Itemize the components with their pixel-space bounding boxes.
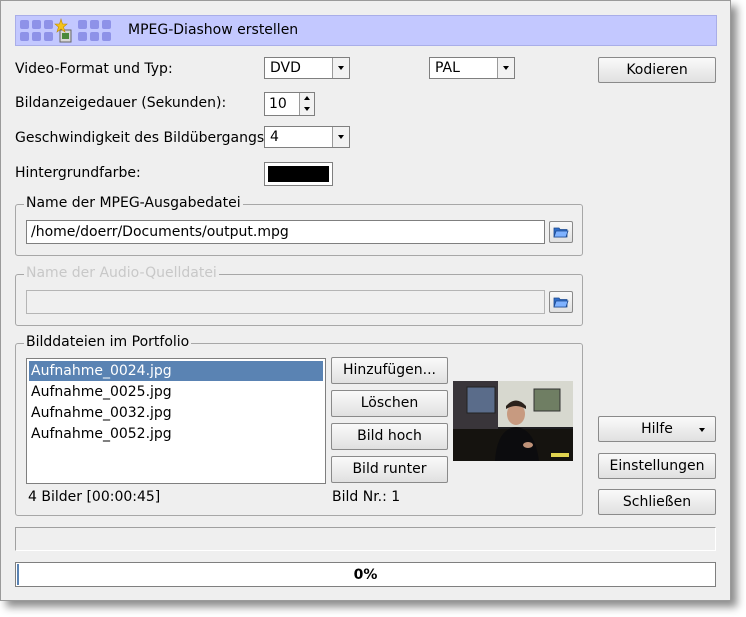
list-item[interactable]: Aufnahme_0032.jpg	[29, 403, 323, 423]
video-format-label: Video-Format und Typ:	[15, 61, 173, 77]
output-file-group: Name der MPEG-Ausgabedatei /home/doerr/D…	[15, 195, 583, 256]
help-button-label: Hilfe	[641, 421, 673, 437]
dialog-window: MPEG-Diashow erstellen Video-Format und …	[0, 0, 731, 601]
add-images-button[interactable]: Hinzufügen...	[331, 357, 448, 384]
video-norm-select[interactable]: PAL	[429, 57, 515, 79]
audio-browse-button	[549, 291, 573, 313]
list-item[interactable]: Aufnahme_0052.jpg	[29, 424, 323, 444]
video-format-select[interactable]: DVD	[264, 57, 350, 79]
list-item[interactable]: Aufnahme_0024.jpg	[29, 361, 323, 381]
chevron-down-icon	[699, 428, 705, 432]
folder-open-icon	[553, 297, 569, 308]
duration-value: 10	[269, 96, 287, 112]
title-bar: MPEG-Diashow erstellen	[15, 15, 717, 46]
portfolio-group: Bilddateien im Portfolio Aufnahme_0024.j…	[15, 334, 583, 516]
encode-button[interactable]: Kodieren	[598, 57, 716, 83]
folder-open-icon	[553, 227, 569, 238]
image-number: Bild Nr.: 1	[332, 489, 401, 505]
window-title: MPEG-Diashow erstellen	[128, 22, 299, 38]
output-browse-button[interactable]	[549, 221, 573, 243]
help-button[interactable]: Hilfe	[598, 416, 716, 442]
image-file-list[interactable]: Aufnahme_0024.jpg Aufnahme_0025.jpg Aufn…	[26, 358, 326, 484]
audio-file-group: Name der Audio-Quelldatei	[15, 265, 583, 326]
speed-select[interactable]: 4	[264, 126, 350, 148]
audio-file-legend: Name der Audio-Quelldatei	[24, 265, 219, 281]
video-format-value: DVD	[270, 60, 301, 76]
status-bar	[15, 527, 716, 551]
output-path-value: /home/doerr/Documents/output.mpg	[31, 224, 289, 240]
image-summary: 4 Bilder [00:00:45]	[28, 489, 161, 505]
delete-image-button[interactable]: Löschen	[331, 390, 448, 417]
color-swatch	[268, 166, 329, 182]
video-norm-value: PAL	[435, 60, 460, 76]
progress-text: 0%	[353, 567, 378, 583]
list-item[interactable]: Aufnahme_0025.jpg	[29, 382, 323, 402]
audio-path-input	[26, 290, 545, 314]
chevron-down-icon	[332, 58, 349, 78]
image-preview	[453, 381, 573, 461]
settings-button[interactable]: Einstellungen	[598, 453, 716, 479]
slideshow-star-icon	[54, 18, 72, 43]
spin-down-icon[interactable]	[299, 104, 314, 115]
close-button[interactable]: Schließen	[598, 489, 716, 515]
background-color-button[interactable]	[264, 162, 333, 186]
duration-label: Bildanzeigedauer (Sekunden):	[15, 95, 227, 111]
background-label: Hintergrundfarbe:	[15, 165, 141, 181]
output-file-legend: Name der MPEG-Ausgabedatei	[24, 195, 243, 211]
chevron-down-icon	[332, 127, 349, 147]
chevron-down-icon	[497, 58, 514, 78]
duration-spinbox[interactable]: 10	[264, 92, 315, 116]
output-path-input[interactable]: /home/doerr/Documents/output.mpg	[26, 220, 545, 244]
portfolio-legend: Bilddateien im Portfolio	[24, 334, 192, 350]
speed-label: Geschwindigkeit des Bildübergangs:	[15, 130, 269, 146]
speed-value: 4	[270, 129, 279, 145]
app-icon	[18, 18, 118, 44]
move-image-up-button[interactable]: Bild hoch	[331, 423, 448, 450]
move-image-down-button[interactable]: Bild runter	[331, 456, 448, 483]
progress-bar: 0%	[15, 562, 716, 587]
